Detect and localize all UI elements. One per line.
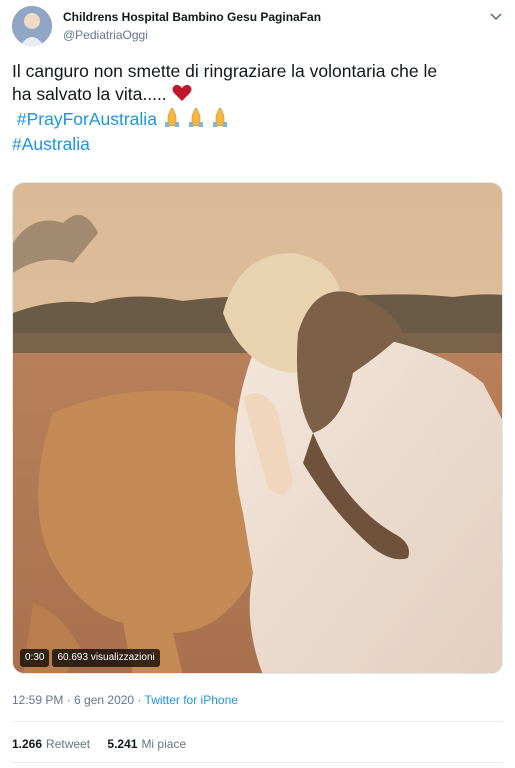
folded-hands-emoji [162, 107, 234, 133]
tweet-text-line: ha salvato la vita..... [12, 83, 502, 108]
hashtag-australia[interactable]: #Australia [12, 134, 90, 154]
likes-label: Mi piace [141, 737, 187, 751]
author-display-name[interactable]: Childrens Hospital Bambino Gesu PaginaFa… [63, 10, 321, 24]
red-heart-emoji [172, 84, 192, 108]
hashtag-prayforaustralia[interactable]: #PrayForAustralia [17, 109, 157, 129]
tweet-text-line: Il canguro non smette di ringraziare la … [12, 60, 502, 83]
divider [12, 721, 503, 722]
video-frame [13, 183, 502, 673]
avatar[interactable] [12, 6, 52, 46]
divider [12, 762, 503, 763]
tweet-meta: 12:59 PM · 6 gen 2020 · Twitter for iPho… [12, 693, 238, 707]
tweet-text-line: #PrayForAustralia [12, 107, 502, 133]
retweets-stat[interactable]: 1.266 Retweet [12, 737, 90, 751]
retweets-count: 1.266 [12, 737, 43, 751]
video-overlay-badges: 0:30 60.693 visualizzazioni [20, 649, 160, 667]
likes-stat[interactable]: 5.241 Mi piace [107, 737, 186, 751]
retweets-label: Retweet [46, 737, 91, 751]
tweet-stats: 1.266 Retweet 5.241 Mi piace [12, 737, 200, 751]
likes-count: 5.241 [107, 737, 138, 751]
tweet-source-link[interactable]: Twitter for iPhone [145, 693, 238, 707]
tweet-text-line: #Australia [12, 133, 502, 156]
tweet-text-line-1: Il canguro non smette di ringraziare la … [12, 61, 438, 81]
chevron-down-icon[interactable] [489, 10, 503, 22]
video-player[interactable]: 0:30 60.693 visualizzazioni [12, 182, 503, 674]
author-handle[interactable]: @PediatriaOggi [63, 28, 148, 42]
video-views-badge: 60.693 visualizzazioni [52, 649, 160, 667]
tweet-timestamp[interactable]: 12:59 PM · 6 gen 2020 · [12, 693, 145, 707]
video-duration-badge: 0:30 [20, 649, 50, 667]
tweet-text: Il canguro non smette di ringraziare la … [12, 60, 502, 155]
tweet-header: Childrens Hospital Bambino Gesu PaginaFa… [12, 6, 503, 50]
tweet-text-line-2: ha salvato la vita..... [12, 83, 167, 104]
